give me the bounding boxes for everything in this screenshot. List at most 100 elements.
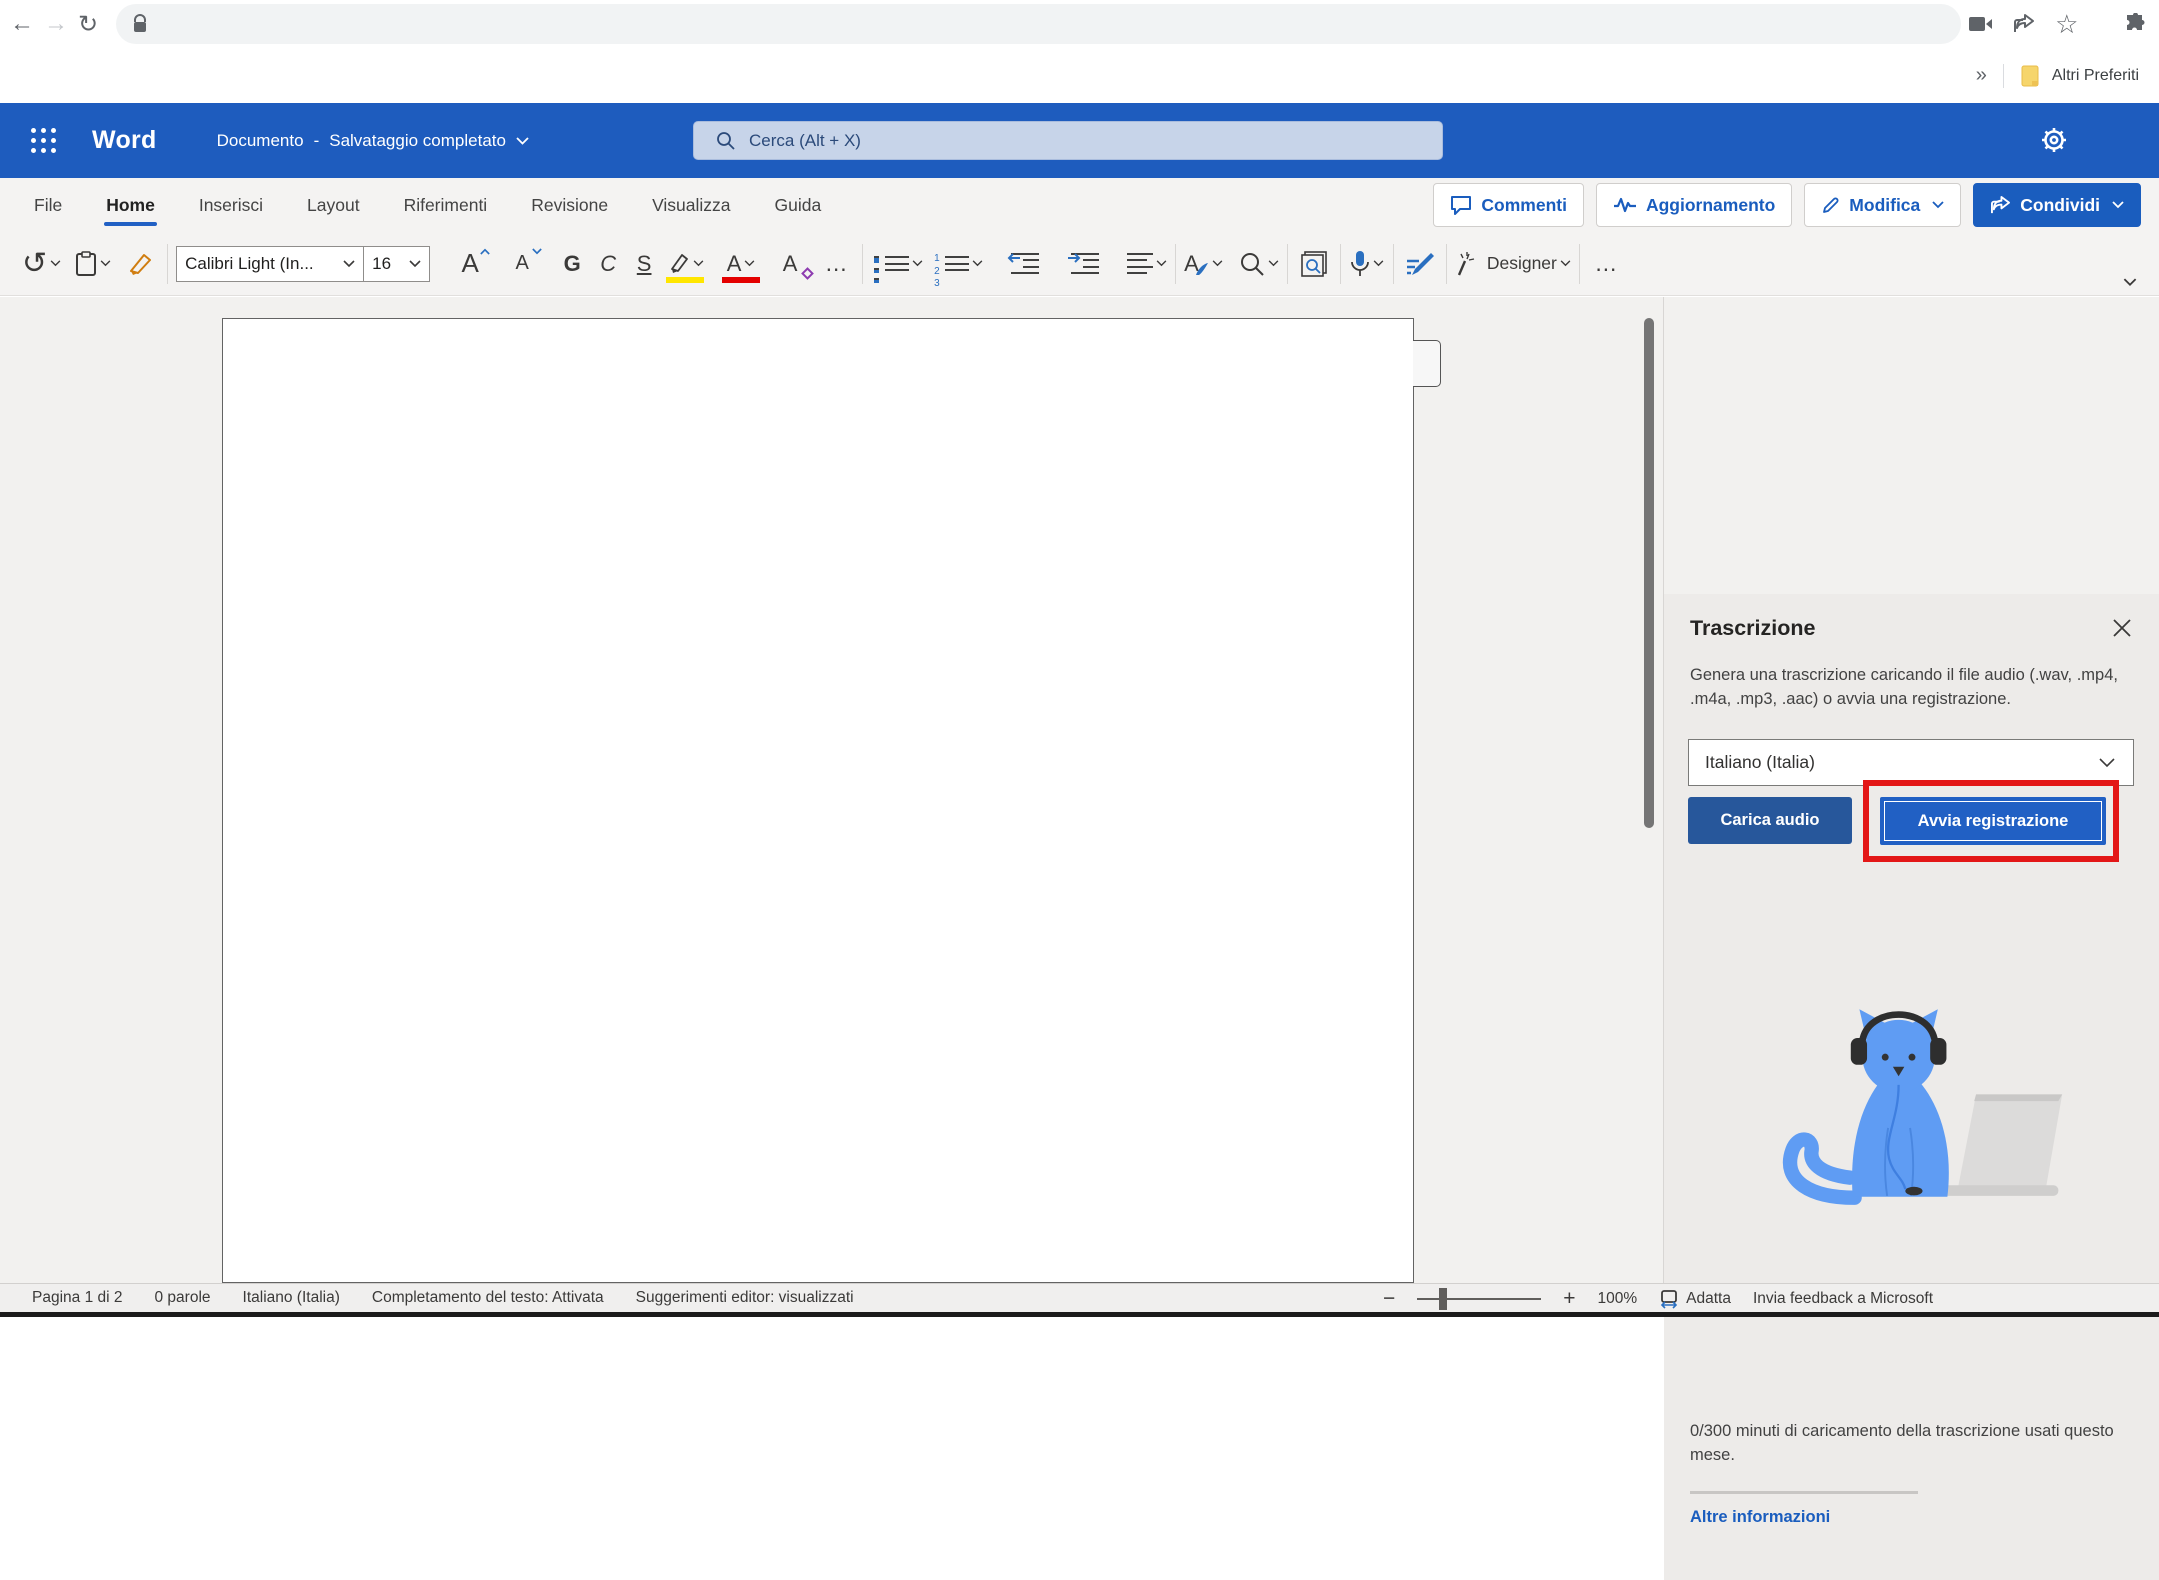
- document-page[interactable]: [222, 318, 1414, 1283]
- document-title[interactable]: Documento - Salvataggio completato: [217, 131, 529, 151]
- browser-back-button[interactable]: ←: [10, 7, 34, 41]
- comments-label: Commenti: [1481, 195, 1567, 216]
- share-icon[interactable]: [2013, 14, 2035, 34]
- increase-indent-button[interactable]: [1067, 242, 1103, 286]
- browser-toolbar: ← → ↻ ☆ ⋮: [0, 0, 2159, 48]
- screen-edge: [0, 1312, 2159, 1317]
- upload-audio-button[interactable]: Carica audio: [1688, 797, 1852, 844]
- text-completion-status[interactable]: Completamento del testo: Attivata: [372, 1289, 604, 1307]
- update-label: Aggiornamento: [1646, 195, 1775, 216]
- fit-page-label: Adatta: [1686, 1290, 1731, 1308]
- start-recording-button[interactable]: Avvia registrazione: [1880, 797, 2106, 845]
- status-language[interactable]: Italiano (Italia): [243, 1289, 340, 1307]
- font-name-combobox[interactable]: Calibri Light (In...: [176, 246, 364, 282]
- zoom-in-button[interactable]: +: [1563, 1287, 1575, 1311]
- search-icon: [716, 131, 735, 150]
- zoom-level[interactable]: 100%: [1597, 1290, 1637, 1308]
- status-bar: Pagina 1 di 2 0 parole Italiano (Italia)…: [0, 1283, 2159, 1312]
- italic-button[interactable]: C: [590, 242, 626, 286]
- styles-brush-icon: [1195, 262, 1209, 276]
- edit-mode-button[interactable]: Modifica: [1804, 183, 1961, 227]
- grow-font-button[interactable]: A: [452, 242, 488, 286]
- app-launcher-icon[interactable]: [31, 128, 56, 153]
- fit-page-button[interactable]: Adatta: [1659, 1289, 1731, 1309]
- designer-button[interactable]: Designer: [1455, 242, 1571, 286]
- page-count[interactable]: Pagina 1 di 2: [32, 1289, 123, 1307]
- browser-forward-button[interactable]: →: [44, 7, 68, 41]
- share-icon: [1990, 196, 2011, 215]
- tab-guida[interactable]: Guida: [771, 178, 826, 232]
- text-effects-button[interactable]: A: [772, 242, 808, 286]
- tab-revisione[interactable]: Revisione: [527, 178, 612, 232]
- language-select[interactable]: Italiano (Italia): [1688, 739, 2134, 786]
- comment-marker[interactable]: [1413, 340, 1441, 387]
- clipboard-icon: [75, 251, 97, 277]
- tab-file[interactable]: File: [30, 178, 66, 232]
- update-button[interactable]: Aggiornamento: [1596, 183, 1792, 227]
- address-bar[interactable]: [116, 4, 1961, 44]
- tab-riferimenti[interactable]: Riferimenti: [400, 178, 492, 232]
- dictate-button[interactable]: [1349, 242, 1385, 286]
- decrease-indent-button[interactable]: [1007, 242, 1043, 286]
- feedback-link[interactable]: Invia feedback a Microsoft: [1753, 1290, 1933, 1308]
- alignment-button[interactable]: [1127, 242, 1167, 286]
- tab-visualizza[interactable]: Visualizza: [648, 178, 734, 232]
- search-input[interactable]: Cerca (Alt + X): [693, 121, 1443, 160]
- share-button[interactable]: Condividi: [1973, 183, 2141, 227]
- shrink-font-button[interactable]: A: [504, 242, 540, 286]
- styles-button[interactable]: A: [1184, 242, 1223, 286]
- close-icon[interactable]: [2112, 618, 2132, 638]
- more-info-link[interactable]: Altre informazioni: [1690, 1508, 1830, 1527]
- zoom-slider[interactable]: [1417, 1298, 1541, 1300]
- ribbon-tab-strip: File Home Inserisci Layout Riferimenti R…: [0, 178, 2159, 232]
- find-button[interactable]: [1239, 242, 1279, 286]
- zoom-slider-thumb[interactable]: [1439, 1288, 1447, 1310]
- browser-reload-button[interactable]: ↻: [78, 7, 98, 41]
- settings-gear-icon[interactable]: [2037, 123, 2071, 157]
- comments-button[interactable]: Commenti: [1433, 183, 1584, 227]
- formatting-toolbar: ↺ Calibri Light (In... 16 A A G C S A A: [0, 232, 2159, 296]
- effects-diamond-icon: [801, 267, 814, 280]
- bookmarks-overflow-chevron[interactable]: »: [1976, 64, 1987, 87]
- numbered-list-button[interactable]: 123: [945, 242, 983, 286]
- bookmarks-folder-label[interactable]: Altri Preferiti: [2052, 67, 2139, 85]
- word-count[interactable]: 0 parole: [155, 1289, 211, 1307]
- more-formatting-button[interactable]: …: [818, 242, 854, 286]
- transcription-panel: Trascrizione Genera una trascrizione car…: [1664, 594, 2159, 1580]
- highlighter-icon: [666, 253, 690, 275]
- align-icon: [1127, 249, 1153, 278]
- collapse-ribbon-chevron[interactable]: [2123, 278, 2137, 287]
- grow-font-icon: A: [461, 248, 478, 279]
- highlight-color-swatch: [666, 277, 704, 283]
- tab-layout[interactable]: Layout: [303, 178, 364, 232]
- share-label: Condividi: [2020, 195, 2100, 216]
- bold-button[interactable]: G: [554, 242, 590, 286]
- editor-suggestions-status[interactable]: Suggerimenti editor: visualizzati: [636, 1289, 854, 1307]
- editor-button[interactable]: [1402, 242, 1438, 286]
- tab-home[interactable]: Home: [102, 178, 159, 232]
- chevron-down-icon: [100, 260, 111, 267]
- caret-down-icon: [532, 248, 542, 255]
- save-status: Salvataggio completato: [329, 131, 506, 151]
- immersive-reader-button[interactable]: [1296, 242, 1332, 286]
- microphone-icon: [1350, 250, 1370, 278]
- bullet-list-button[interactable]: [885, 242, 923, 286]
- font-color-button[interactable]: A: [718, 242, 764, 286]
- vertical-scrollbar[interactable]: [1644, 318, 1654, 828]
- format-painter-button[interactable]: [123, 242, 159, 286]
- search-placeholder: Cerca (Alt + X): [749, 131, 861, 151]
- app-name[interactable]: Word: [92, 126, 157, 155]
- highlight-button[interactable]: [662, 242, 708, 286]
- underline-button[interactable]: S: [626, 242, 662, 286]
- font-size-combobox[interactable]: 16: [364, 246, 430, 282]
- underline-icon: S: [637, 251, 652, 277]
- undo-button[interactable]: ↺: [22, 242, 61, 286]
- paste-button[interactable]: [75, 242, 111, 286]
- camera-icon[interactable]: [1969, 16, 1993, 32]
- zoom-out-button[interactable]: −: [1383, 1287, 1395, 1311]
- more-commands-button[interactable]: …: [1588, 242, 1624, 286]
- extensions-icon[interactable]: [2124, 13, 2146, 35]
- chevron-down-icon: [409, 260, 421, 268]
- bookmark-star-icon[interactable]: ☆: [2055, 11, 2078, 37]
- tab-inserisci[interactable]: Inserisci: [195, 178, 267, 232]
